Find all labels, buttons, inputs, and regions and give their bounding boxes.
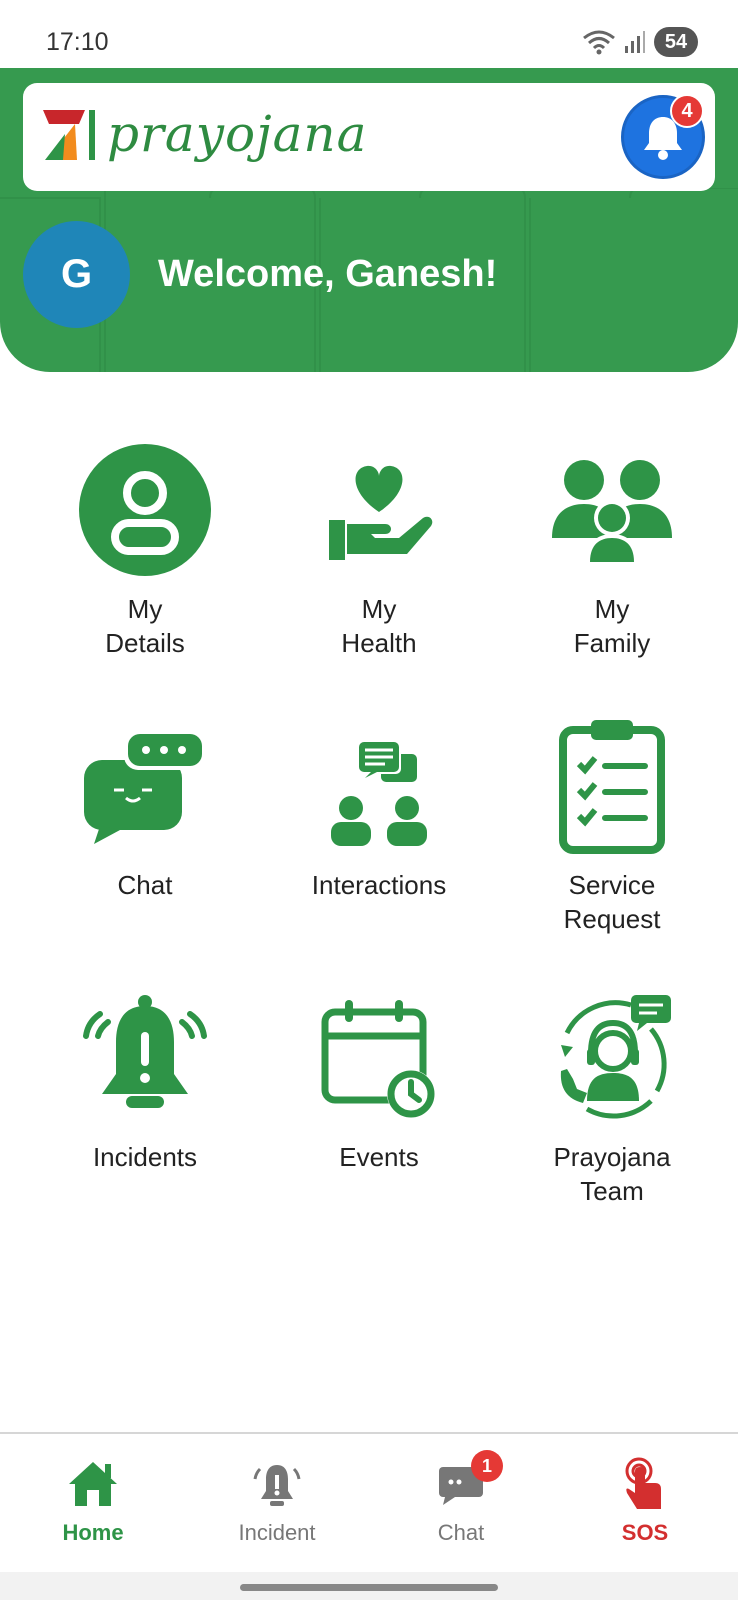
nav-label: Chat <box>437 1520 485 1545</box>
gesture-area <box>0 1572 738 1600</box>
tile-label: Prayojana Team <box>553 1142 671 1206</box>
heart-hand-icon <box>309 440 449 580</box>
nav-label: Home <box>62 1520 124 1545</box>
tile-events[interactable]: Events <box>264 988 494 1174</box>
tile-label: Service Request <box>563 870 661 934</box>
signal-icon <box>625 31 645 53</box>
family-icon <box>542 440 682 580</box>
wifi-icon <box>583 30 615 55</box>
battery-indicator: 54 <box>654 27 698 57</box>
avatar[interactable]: G <box>23 221 130 328</box>
tile-interactions[interactable]: Interactions <box>264 716 494 902</box>
notification-badge: 4 <box>670 94 704 128</box>
nav-incident[interactable]: Incident <box>207 1456 347 1546</box>
home-icon <box>63 1456 123 1512</box>
tile-incidents[interactable]: Incidents <box>30 988 260 1174</box>
clipboard-checklist-icon <box>542 716 682 856</box>
bottom-navigation: Home Incident 1 Chat SOS <box>0 1432 738 1572</box>
calendar-clock-icon <box>309 988 449 1128</box>
chat-badge: 1 <box>471 1450 503 1482</box>
welcome-text: Welcome, Ganesh! <box>158 253 498 295</box>
notification-button[interactable]: 4 <box>621 94 705 179</box>
nav-home[interactable]: Home <box>23 1456 163 1546</box>
alarm-icon <box>247 1456 307 1512</box>
logo-card: prayojana 4 <box>23 83 715 191</box>
nav-chat[interactable]: 1 Chat <box>391 1450 531 1546</box>
tile-my-details[interactable]: My Details <box>30 440 260 660</box>
logo-mark-icon <box>43 110 95 160</box>
tile-label: Chat <box>117 870 173 900</box>
sos-touch-icon <box>615 1456 675 1512</box>
gesture-handle[interactable] <box>240 1584 498 1591</box>
tile-label: Events <box>339 1142 419 1172</box>
person-icon <box>75 440 215 580</box>
tile-prayojana-team[interactable]: Prayojana Team <box>497 988 727 1208</box>
support-agent-icon <box>542 988 682 1128</box>
brand-name: prayojana <box>107 105 368 163</box>
tile-chat[interactable]: Chat <box>30 716 260 902</box>
status-bar: 17:10 54 <box>0 0 738 68</box>
chat-bubbles-icon <box>75 716 215 856</box>
tile-my-health[interactable]: My Health <box>264 440 494 660</box>
alarm-bell-icon <box>75 988 215 1128</box>
tile-label: My Health <box>341 594 417 658</box>
brand-logo: prayojana <box>41 105 367 163</box>
tile-service-request[interactable]: Service Request <box>497 716 727 936</box>
tile-my-family[interactable]: My Family <box>497 440 727 660</box>
chat-icon: 1 <box>431 1450 503 1512</box>
app-header: prayojana 4 G Welcome, Ganesh! <box>0 68 738 372</box>
status-time: 17:10 <box>46 28 109 56</box>
nav-label: SOS <box>621 1520 669 1545</box>
nav-label: Incident <box>238 1520 316 1545</box>
tile-label: Incidents <box>92 1142 198 1172</box>
tile-label: Interactions <box>311 870 447 900</box>
nav-sos[interactable]: SOS <box>575 1456 715 1546</box>
tile-label: My Details <box>105 594 185 658</box>
interactions-icon <box>309 716 449 856</box>
tile-label: My Family <box>573 594 651 658</box>
status-icons: 54 <box>582 26 698 58</box>
